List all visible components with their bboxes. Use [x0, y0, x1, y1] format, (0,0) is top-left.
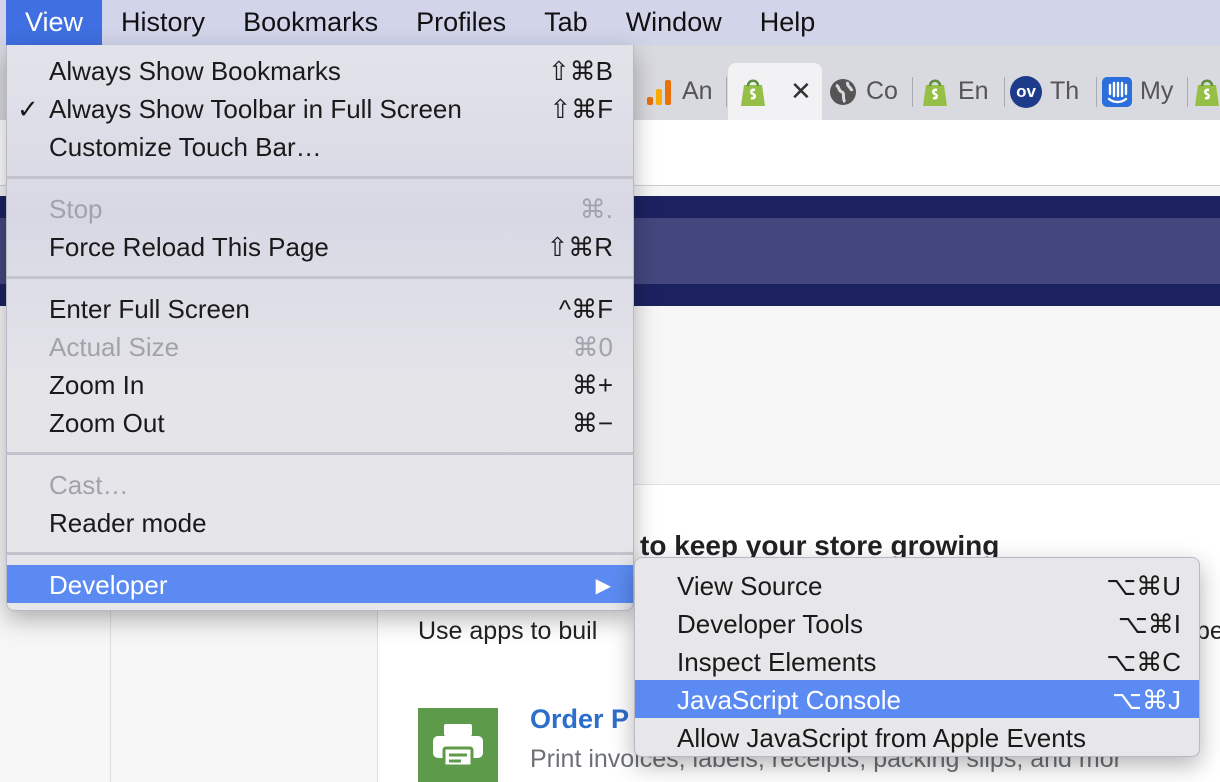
tab-separator — [1096, 77, 1097, 107]
menu-bar: View History Bookmarks Profiles Tab Wind… — [0, 0, 1220, 45]
menu-separator — [7, 276, 633, 279]
developer-submenu: View Source ⌥⌘U Developer Tools ⌥⌘I Insp… — [634, 557, 1200, 757]
intercom-icon — [1102, 76, 1132, 107]
tab-intercom[interactable]: My — [1102, 63, 1186, 120]
menu-item-view-source[interactable]: View Source ⌥⌘U — [635, 566, 1199, 604]
menu-profiles[interactable]: Profiles — [397, 0, 525, 45]
tab-label: Co — [866, 77, 898, 105]
menu-item-allow-javascript-apple-events[interactable]: Allow JavaScript from Apple Events — [635, 718, 1199, 756]
menu-bookmarks[interactable]: Bookmarks — [224, 0, 397, 45]
menu-item-shortcut: ⌥⌘J — [1112, 685, 1181, 715]
tab-analytics[interactable]: An — [644, 63, 726, 120]
menu-item-force-reload[interactable]: Force Reload This Page ⇧⌘R — [7, 227, 633, 265]
menu-item-developer-tools[interactable]: Developer Tools ⌥⌘I — [635, 604, 1199, 642]
globe-icon — [828, 77, 858, 107]
menu-item-label: Always Show Bookmarks — [49, 56, 341, 86]
menu-item-shortcut: ⌥⌘I — [1117, 609, 1181, 639]
tab-shopify-en[interactable]: En — [920, 63, 1002, 120]
tab-label: My — [1140, 77, 1174, 105]
menu-item-shortcut: ⌥⌘U — [1106, 571, 1181, 601]
menu-window[interactable]: Window — [607, 0, 741, 45]
menu-item-label: View Source — [677, 571, 823, 601]
ov-logo-icon: ov — [1010, 75, 1042, 108]
tab-ov[interactable]: ov Th — [1010, 63, 1094, 120]
menu-item-shortcut: ^⌘F — [558, 294, 613, 324]
menu-item-javascript-console[interactable]: JavaScript Console ⌥⌘J — [635, 680, 1199, 718]
tab-shopify-active[interactable]: ✕ — [728, 63, 822, 120]
menu-item-customize-touch-bar[interactable]: Customize Touch Bar… — [7, 127, 633, 165]
tab-separator — [912, 77, 913, 107]
menu-item-label: Developer Tools — [677, 609, 863, 639]
menu-item-cast: Cast… — [7, 465, 633, 503]
menu-item-always-show-bookmarks[interactable]: Always Show Bookmarks ⇧⌘B — [7, 51, 633, 89]
checkmark-icon: ✓ — [17, 94, 39, 124]
app-title-link[interactable]: Order P — [530, 704, 629, 735]
bar-chart-icon — [644, 77, 674, 107]
menu-item-label: Reader mode — [49, 508, 207, 538]
menu-help[interactable]: Help — [741, 0, 835, 45]
menu-view[interactable]: View — [6, 0, 103, 45]
menu-item-developer[interactable]: Developer ▶ — [7, 565, 633, 603]
menu-item-label: Always Show Toolbar in Full Screen — [49, 94, 462, 124]
tab-separator — [1004, 77, 1005, 107]
menu-separator — [7, 552, 633, 555]
menu-item-label: Actual Size — [49, 332, 180, 362]
tab-shopify-more[interactable] — [1192, 63, 1220, 120]
menu-item-label: Zoom Out — [49, 408, 165, 438]
tab-globe[interactable]: Co — [828, 63, 910, 120]
menu-item-label: Developer — [49, 570, 168, 600]
menu-history[interactable]: History — [102, 0, 224, 45]
menu-item-shortcut: ⇧⌘B — [547, 56, 613, 86]
menu-item-always-show-toolbar[interactable]: ✓ Always Show Toolbar in Full Screen ⇧⌘F — [7, 89, 633, 127]
menu-item-label: Inspect Elements — [677, 647, 877, 677]
printer-icon[interactable] — [418, 708, 498, 782]
menu-item-enter-full-screen[interactable]: Enter Full Screen ^⌘F — [7, 289, 633, 327]
menu-item-label: Allow JavaScript from Apple Events — [677, 723, 1086, 753]
tab-label: An — [682, 77, 713, 105]
menu-item-label: JavaScript Console — [677, 685, 901, 715]
shopify-bag-icon — [1192, 77, 1220, 107]
menu-item-shortcut: ⇧⌘F — [549, 94, 613, 124]
menu-item-label: Stop — [49, 194, 103, 224]
menu-item-shortcut: ⌘0 — [572, 332, 613, 362]
menu-tab[interactable]: Tab — [525, 0, 607, 45]
menu-item-reader-mode[interactable]: Reader mode — [7, 503, 633, 541]
tab-label: En — [958, 77, 989, 105]
tab-separator — [726, 77, 727, 107]
shopify-bag-icon — [738, 77, 768, 107]
menu-item-inspect-elements[interactable]: Inspect Elements ⌥⌘C — [635, 642, 1199, 680]
menu-item-shortcut: ⌘. — [579, 194, 613, 224]
menu-item-label: Enter Full Screen — [49, 294, 250, 324]
tab-separator — [1187, 77, 1188, 107]
menu-item-shortcut: ⌥⌘C — [1106, 647, 1181, 677]
submenu-arrow-icon: ▶ — [595, 575, 611, 597]
menu-item-label: Customize Touch Bar… — [49, 132, 322, 162]
close-tab-icon[interactable]: ✕ — [790, 76, 812, 107]
menu-item-label: Zoom In — [49, 370, 145, 400]
menu-item-shortcut: ⌘+ — [571, 370, 613, 400]
menu-separator — [7, 176, 633, 179]
menu-item-stop: Stop ⌘. — [7, 189, 633, 227]
shopify-bag-icon — [920, 77, 950, 107]
menu-item-zoom-out[interactable]: Zoom Out ⌘− — [7, 403, 633, 441]
menu-separator — [7, 452, 633, 455]
menu-item-actual-size: Actual Size ⌘0 — [7, 327, 633, 365]
menu-item-shortcut: ⇧⌘R — [546, 232, 613, 262]
menu-item-zoom-in[interactable]: Zoom In ⌘+ — [7, 365, 633, 403]
menu-item-label: Force Reload This Page — [49, 232, 329, 262]
menu-item-label: Cast… — [49, 470, 129, 500]
view-menu-dropdown: Always Show Bookmarks ⇧⌘B ✓ Always Show … — [6, 45, 634, 611]
card-description: Use apps to buil — [418, 617, 598, 645]
tab-label: Th — [1050, 77, 1080, 105]
menu-item-shortcut: ⌘− — [571, 408, 613, 438]
